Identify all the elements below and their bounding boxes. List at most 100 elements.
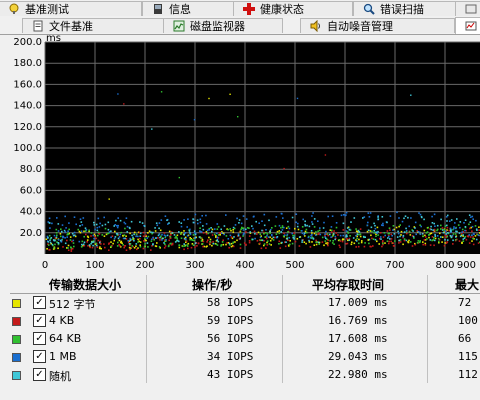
tab-chart-active[interactable] [455,17,480,34]
scatter-point [281,241,283,244]
scatter-point [60,235,62,238]
tab-noise-management[interactable]: 自动噪音管理 [300,18,455,33]
scatter-point [461,231,463,233]
scatter-point [362,217,364,219]
scatter-point [144,225,146,227]
scatter-point [205,223,208,225]
scatter-point [209,240,211,243]
scatter-point [426,238,428,240]
scatter-point [330,231,333,233]
scatter-point [402,234,405,237]
scatter-point [57,239,60,241]
scatter-point [294,227,296,230]
tab-row-bottom: 文件基准 磁盘监视器 自动噪音管理 [0,17,480,35]
scatter-point [240,222,243,225]
header-separator [10,293,480,294]
tab-file-benchmark[interactable]: 文件基准 [22,18,172,33]
scatter-point [471,225,474,228]
row-transfer-size: 512 字节 [49,298,96,311]
scatter-point [423,239,426,241]
scatter-point [325,237,327,240]
scatter-point [62,235,64,238]
scatter-point [459,235,462,238]
scatter-point [366,224,369,227]
scatter-point [382,240,384,242]
scatter-point [227,228,229,231]
series-toggle-checkbox[interactable]: ✓ [33,350,46,363]
x-tick-label: 100 [85,260,104,271]
scatter-point [370,234,372,237]
scatter-point [168,230,171,233]
scatter-point [144,234,147,237]
scatter-point [242,215,245,217]
scatter-point [321,236,324,239]
scatter-point [438,240,440,243]
scatter-point [471,215,474,218]
series-toggle-checkbox[interactable]: ✓ [33,332,46,345]
scatter-point [437,237,440,240]
scatter-point [205,214,207,217]
scatter-point [87,236,90,239]
scatter-point [48,234,51,237]
tab-health[interactable]: 健康状态 [233,1,353,16]
series-toggle-checkbox[interactable]: ✓ [33,368,46,381]
scatter-point [317,230,319,232]
scatter-point [242,235,244,237]
row-iops: 43 IOPS [207,368,254,381]
scatter-point [71,240,73,243]
scatter-point [424,236,427,238]
scatter-point [388,232,390,235]
scatter-point [357,245,360,248]
scatter-point [80,230,83,232]
series-toggle-checkbox[interactable]: ✓ [33,314,46,327]
scatter-point [84,227,87,229]
scatter-point [302,218,304,221]
scatter-point [135,233,138,236]
scatter-point [446,226,449,229]
scatter-point [452,239,454,242]
scatter-point [48,222,51,224]
scatter-point [308,239,310,242]
scatter-point [382,224,384,227]
scatter-point [377,218,380,220]
scatter-point [232,226,235,229]
scatter-point [176,239,179,242]
tab-health-label: 健康状态 [260,3,304,16]
series-toggle-checkbox[interactable]: ✓ [33,296,46,309]
scatter-point [216,223,219,225]
scatter-point [304,235,306,237]
scatter-point [347,239,349,242]
scatter-point [252,227,254,230]
scatter-point [148,230,151,232]
scatter-point [249,231,251,233]
scatter-point [211,244,213,247]
scatter-point [405,227,407,230]
scatter-point [297,228,300,231]
tab-error-scan[interactable]: 错误扫描 [353,1,465,16]
scatter-point [129,227,131,230]
scatter-point [81,240,84,243]
scatter-point [164,215,167,217]
tab-extra-top[interactable] [455,1,480,16]
scatter-point [158,246,161,248]
scatter-point [115,219,117,222]
tab-disk-monitor[interactable]: 磁盘监视器 [163,18,283,33]
scatter-point [147,235,150,238]
scatter-point [239,231,242,234]
scatter-point [263,213,266,216]
scatter-point [183,234,185,236]
scatter-point [117,224,119,227]
scatter-point [66,239,68,242]
tab-benchmark[interactable]: 基准测试 [0,1,142,16]
scatter-point [405,239,408,242]
scatter-point [133,247,136,249]
scatter-point [325,242,327,245]
scatter-point [202,240,205,243]
scatter-point [398,242,400,244]
scatter-point [397,232,400,235]
scatter-point [142,231,145,234]
scatter-point [87,245,89,247]
scatter-point [308,225,311,228]
scatter-point [187,247,189,250]
tab-benchmark-label: 基准测试 [25,3,69,16]
